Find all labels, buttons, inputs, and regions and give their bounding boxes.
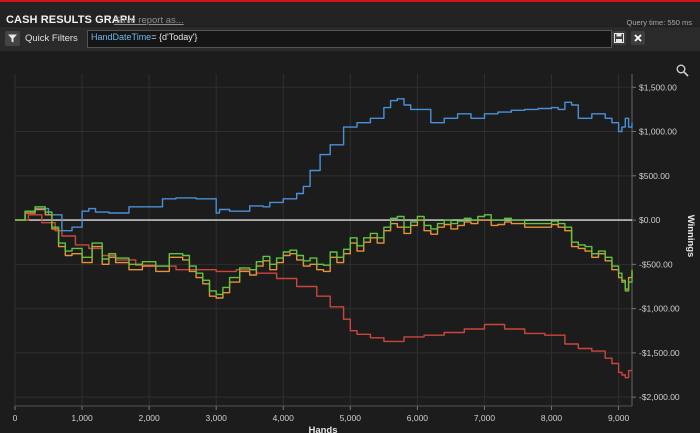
filter-query-expression: = {d'Today'} xyxy=(151,32,198,42)
x-tick-label: 4,000 xyxy=(273,413,295,423)
save-icon xyxy=(614,33,624,43)
y-tick-label: $0.00 xyxy=(639,215,661,225)
zoom-icon[interactable] xyxy=(676,64,689,77)
y-tick-label: -$1,000.00 xyxy=(639,304,680,314)
x-tick-label: 3,000 xyxy=(206,413,228,423)
y-axis-title: Winnings xyxy=(685,215,696,258)
x-tick-label: 7,000 xyxy=(474,413,496,423)
x-tick-label: 0 xyxy=(13,413,18,423)
filter-query-field: HandDateTime xyxy=(91,32,152,42)
y-tick-label: $500.00 xyxy=(639,171,670,181)
report-header: CASH RESULTS GRAPH Save report as... Que… xyxy=(0,2,700,27)
y-tick-label: -$1,500.00 xyxy=(639,348,680,358)
close-icon xyxy=(634,34,642,42)
x-tick-label: 2,000 xyxy=(138,413,160,423)
chart-panel: 0 1,000 2,000 3,000 4,000 5,000 6,000 7,000 8,00… xyxy=(0,52,700,433)
filter-button[interactable] xyxy=(5,31,20,46)
filter-icon xyxy=(8,34,17,43)
y-tick-label: -$500.00 xyxy=(639,259,673,269)
cash-results-chart: 0 1,000 2,000 3,000 4,000 5,000 6,000 7,000 8,00… xyxy=(13,74,696,433)
series-line-orange xyxy=(15,208,633,299)
clear-filter-button[interactable] xyxy=(631,31,645,45)
x-tick-label: 8,000 xyxy=(541,413,563,423)
x-tick-label: 5,000 xyxy=(340,413,362,423)
y-tick-label: -$2,000.00 xyxy=(639,392,680,402)
save-report-link[interactable]: Save report as... xyxy=(114,15,184,26)
x-tick-label: 6,000 xyxy=(407,413,429,423)
filter-query-input[interactable]: HandDateTime= {d'Today'} xyxy=(87,30,612,48)
save-filter-button[interactable] xyxy=(612,31,626,45)
series-line-blue xyxy=(15,98,633,232)
query-time-label: Query time: 550 ms xyxy=(626,18,692,27)
y-tick-label: $1,500.00 xyxy=(639,82,677,92)
x-tick-label: 1,000 xyxy=(71,413,93,423)
x-tick-label: 9,000 xyxy=(608,413,630,423)
quick-filter-bar: Quick Filters HandDateTime= {d'Today'} xyxy=(0,27,700,51)
quick-filters-label: Quick Filters xyxy=(25,33,78,44)
y-tick-label: $1,000.00 xyxy=(639,127,677,137)
x-axis-title: Hands xyxy=(308,425,337,433)
